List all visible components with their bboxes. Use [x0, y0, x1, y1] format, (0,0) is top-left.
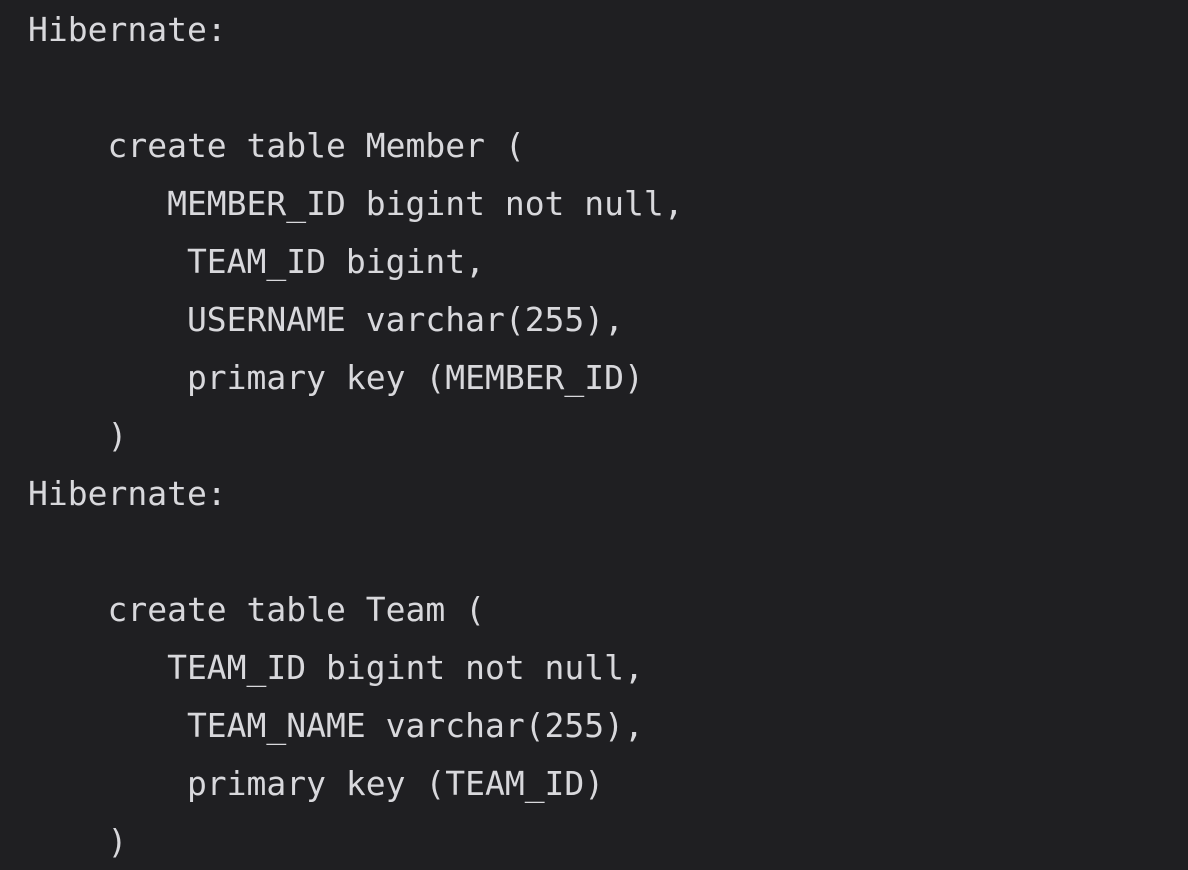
sql-line-close-member: ): [28, 416, 128, 455]
log-line-hibernate-2: Hibernate:: [28, 474, 227, 513]
sql-line-create-member: create table Member (: [28, 126, 525, 165]
sql-line-primary-key-team: primary key (TEAM_ID): [28, 764, 605, 803]
sql-line-create-team: create table Team (: [28, 590, 485, 629]
sql-line-member-id: MEMBER_ID bigint not null,: [28, 184, 684, 223]
sql-line-team-id: TEAM_ID bigint,: [28, 242, 485, 281]
log-line-hibernate-1: Hibernate:: [28, 10, 227, 49]
sql-line-primary-key-member: primary key (MEMBER_ID): [28, 358, 644, 397]
console-output: Hibernate: create table Member ( MEMBER_…: [0, 0, 1188, 870]
sql-line-close-team: ): [28, 822, 128, 861]
sql-line-team-name: TEAM_NAME varchar(255),: [28, 706, 644, 745]
sql-line-team-id-pk: TEAM_ID bigint not null,: [28, 648, 644, 687]
sql-line-username: USERNAME varchar(255),: [28, 300, 625, 339]
